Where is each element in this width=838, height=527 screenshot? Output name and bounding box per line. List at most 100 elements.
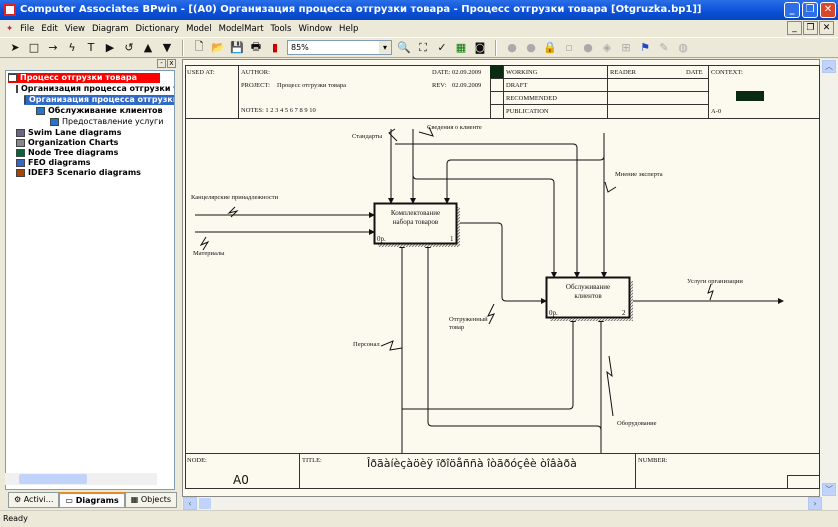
navigator-icon[interactable]: ◙	[473, 41, 487, 54]
tree-item[interactable]: Организация процесса отгрузки товара	[16, 84, 174, 94]
vertical-scrollbar[interactable]: ︿ ﹀	[820, 59, 838, 497]
label-staff[interactable]: Персонал	[353, 341, 380, 348]
minimize-button[interactable]: _	[784, 2, 800, 18]
lock-icon[interactable]: 🔒	[543, 41, 557, 54]
squiggle-tool-icon[interactable]: ϟ	[65, 41, 79, 54]
mdi-minimize-button[interactable]: _	[787, 21, 802, 35]
menu-model[interactable]: Model	[186, 24, 212, 34]
rev-label: REV:	[432, 82, 447, 89]
color-icon[interactable]: ▮	[268, 41, 282, 54]
scroll-thumb[interactable]	[199, 498, 211, 509]
spell-icon[interactable]: ✓	[435, 41, 449, 54]
tab-activities[interactable]: ⚙ Activi...	[8, 492, 60, 508]
scroll-left-icon[interactable]: ‹	[183, 497, 197, 510]
scroll-up-icon[interactable]: ︿	[822, 60, 836, 73]
menu-tools[interactable]: Tools	[271, 24, 292, 34]
model-tree[interactable]: Процесс отгрузки товара Организация проц…	[5, 70, 175, 490]
text-tool-icon[interactable]: T	[84, 41, 98, 54]
tree-item[interactable]: FEO diagrams	[16, 158, 91, 168]
doc-icon[interactable]: ✦	[6, 24, 13, 34]
tree-item[interactable]: Предоставление услуги	[50, 117, 163, 127]
label-materials[interactable]: Материалы	[193, 250, 225, 257]
mdi-restore-button[interactable]: ❐	[803, 21, 818, 35]
tree-root[interactable]: Процесс отгрузки товара	[8, 73, 160, 83]
tree-item[interactable]: IDEF3 Scenario diagrams	[16, 168, 141, 178]
tree-item[interactable]: Swim Lane diagrams	[16, 128, 121, 138]
menu-edit[interactable]: Edit	[41, 24, 57, 34]
model-explorer-icon[interactable]: ▦	[454, 41, 468, 54]
box-1-number: 1	[450, 235, 454, 243]
open-icon[interactable]: 📂	[211, 41, 225, 54]
pointer-tool-icon[interactable]: ➤	[8, 41, 22, 54]
activity-box-1[interactable]: Комплектование набора товаров 0р. 1	[373, 202, 461, 248]
go-to-child-icon[interactable]: ▼	[160, 41, 174, 54]
number-label: NUMBER:	[638, 457, 668, 464]
tree-horizontal-scrollbar[interactable]	[5, 473, 157, 485]
tree-item[interactable]: Обслуживание клиентов	[36, 106, 174, 116]
mm-icon-8[interactable]: ✎	[657, 41, 671, 54]
activity-box-2[interactable]: Обслуживание клиентов 0р. 2	[545, 276, 634, 322]
status-publication: PUBLICATION	[506, 108, 549, 115]
menu-view[interactable]: View	[65, 24, 85, 34]
scroll-right-icon[interactable]: ›	[808, 497, 822, 510]
menu-window[interactable]: Window	[298, 24, 332, 34]
maximize-button[interactable]: ❐	[802, 2, 818, 18]
print-icon[interactable]: 🖶	[249, 38, 263, 57]
tree-item[interactable]: Node Tree diagrams	[16, 148, 118, 158]
go-to-parent-icon[interactable]: ▲	[141, 41, 155, 54]
go-to-sibling-icon[interactable]: ▶	[103, 41, 117, 54]
label-shipped-2[interactable]: товар	[449, 324, 464, 331]
tab-diagrams[interactable]: ▭ Diagrams	[59, 492, 125, 508]
zoom-icon[interactable]: 🔍	[397, 41, 411, 54]
arrows	[195, 126, 784, 453]
status-working: WORKING	[506, 69, 538, 76]
mm-icon-1[interactable]: ●	[505, 41, 519, 54]
project-value: Процесс отгрузки товара	[277, 82, 346, 89]
diagram-icon	[50, 118, 59, 126]
tree-item-selected[interactable]: Организация процесса отгрузки товара	[24, 95, 174, 105]
status-bar: Ready	[0, 510, 838, 526]
mm-icon-2[interactable]: ●	[524, 41, 538, 54]
mm-icon-6[interactable]: ⊞	[619, 41, 633, 54]
close-button[interactable]: ✕	[820, 2, 836, 18]
date-label: DATE:	[432, 69, 451, 76]
mdi-close-button[interactable]: ✕	[819, 21, 834, 35]
label-standards[interactable]: Стандарты	[352, 133, 383, 140]
mm-icon-7[interactable]: ⚑	[638, 41, 652, 54]
menu-dictionary[interactable]: Dictionary	[136, 24, 180, 34]
diagram-icon	[24, 96, 26, 104]
scroll-down-icon[interactable]: ﹀	[822, 483, 836, 496]
label-expert[interactable]: Мнение эксперта	[615, 171, 663, 178]
undo-icon[interactable]: ↺	[122, 41, 136, 54]
diagram-canvas[interactable]: USED AT: AUTHOR: PROJECT: Процесс отгруз…	[182, 59, 820, 497]
label-services[interactable]: Услуги организации	[687, 278, 743, 285]
new-icon[interactable]: 🗋	[192, 38, 206, 57]
app-icon	[4, 4, 16, 16]
label-client-info[interactable]: Сведения о клиенте	[427, 124, 482, 131]
fit-icon[interactable]: ⛶	[416, 41, 430, 55]
label-equipment[interactable]: Оборудование	[617, 420, 657, 427]
feo-icon	[16, 159, 25, 167]
label-stationery[interactable]: Канцелярские принадлежности	[191, 194, 279, 201]
arrow-equipment-branch[interactable]	[425, 242, 602, 431]
menu-help[interactable]: Help	[339, 24, 358, 34]
panel-pin-button[interactable]: -	[157, 59, 166, 68]
menu-modelmart[interactable]: ModelMart	[219, 24, 264, 34]
menu-diagram[interactable]: Diagram	[92, 24, 129, 34]
arrow-shipped-goods[interactable]	[456, 222, 547, 304]
tab-objects[interactable]: ▦ Objects	[124, 492, 178, 508]
zoom-select[interactable]: 85%	[287, 40, 392, 55]
tree-item[interactable]: Organization Charts	[16, 138, 118, 148]
mm-icon-4[interactable]: ●	[581, 41, 595, 54]
mm-icon-9[interactable]: ◍	[676, 41, 690, 54]
label-shipped-1[interactable]: Отгруженный	[449, 316, 488, 323]
menu-file[interactable]: File	[20, 24, 34, 34]
save-icon[interactable]: 💾	[230, 41, 244, 54]
title-bar: Computer Associates BPwin - [(A0) Органи…	[0, 0, 838, 20]
horizontal-scrollbar[interactable]: ‹ ›	[182, 497, 838, 510]
box-tool-icon[interactable]: □	[27, 41, 41, 54]
mm-icon-3[interactable]: ▫	[562, 41, 576, 54]
mm-icon-5[interactable]: ◈	[600, 41, 614, 54]
arrow-tool-icon[interactable]: →	[46, 41, 60, 54]
panel-close-button[interactable]: x	[167, 59, 176, 68]
